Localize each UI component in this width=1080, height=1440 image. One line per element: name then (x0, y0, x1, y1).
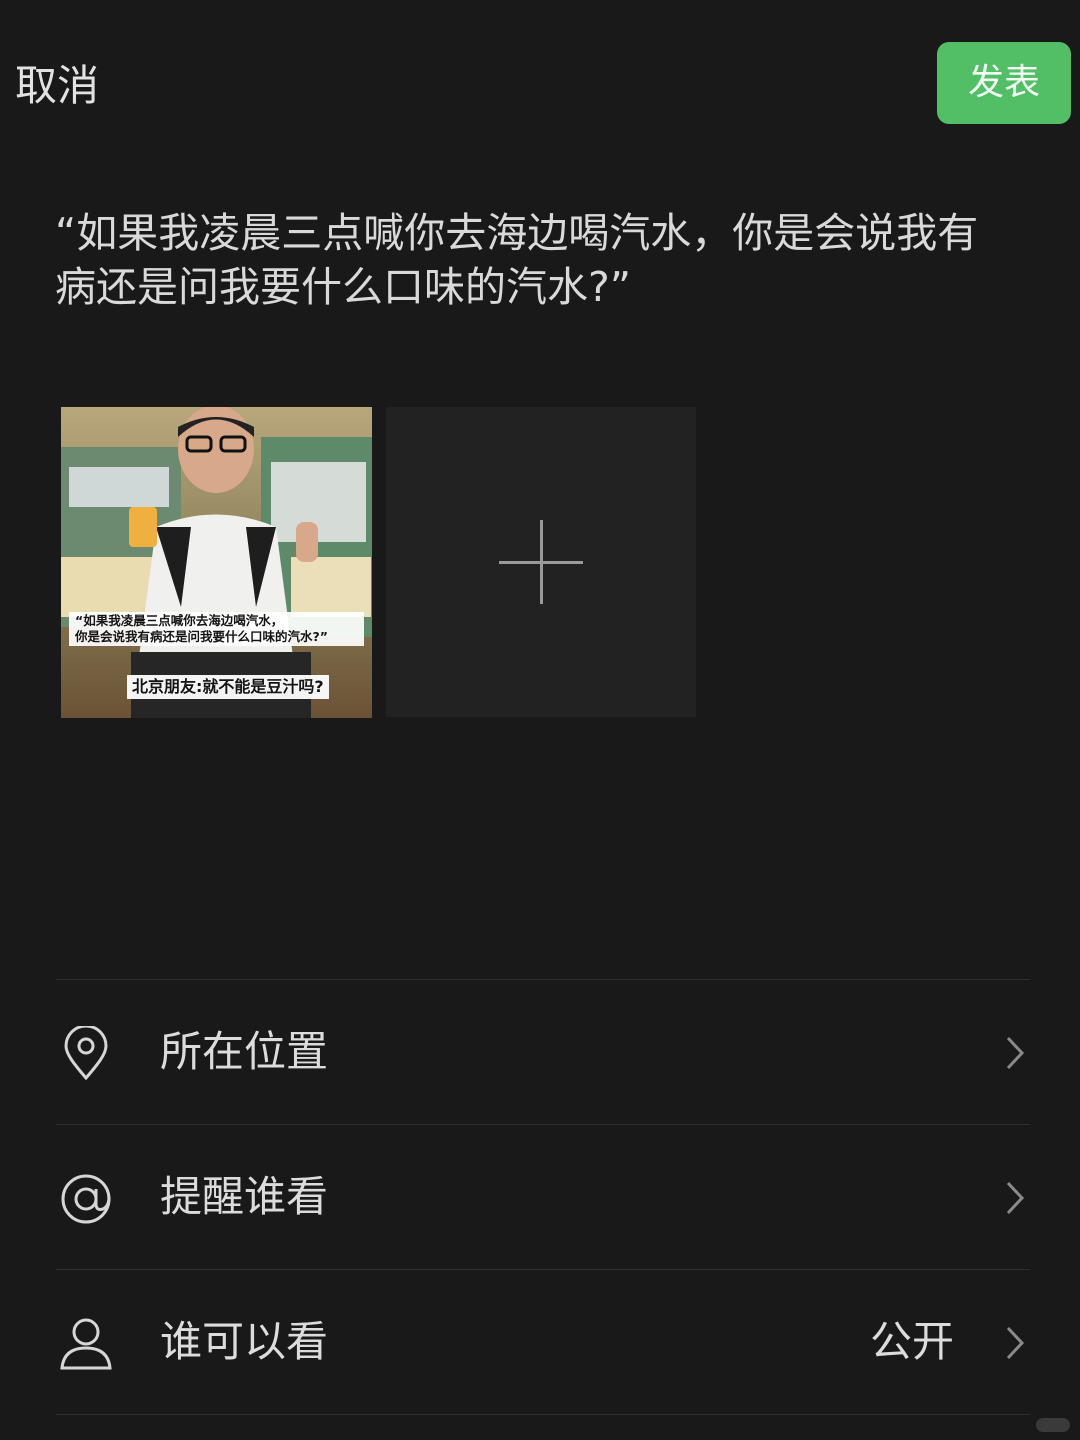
photo-caption-reply: 北京朋友:就不能是豆汁吗? (127, 675, 329, 699)
location-row[interactable]: 所在位置 (56, 980, 1030, 1124)
add-image-button[interactable] (386, 407, 696, 717)
divider (56, 1414, 1030, 1415)
mention-row[interactable]: 提醒谁看 (56, 1125, 1030, 1269)
location-pin-icon (56, 1024, 116, 1082)
watermark-badge (1036, 1418, 1070, 1432)
chevron-right-icon (1004, 1179, 1026, 1217)
at-sign-icon (56, 1171, 116, 1227)
visibility-value: 公开 (869, 1317, 954, 1366)
person-icon (56, 1316, 116, 1372)
visibility-row[interactable]: 谁可以看 公开 (56, 1270, 1030, 1414)
photo-caption: “如果我凌晨三点喊你去海边喝汽水， 你是会说我有病还是问我要什么口味的汽水?” (69, 612, 364, 646)
photo-image (61, 407, 372, 718)
post-text-input[interactable]: “如果我凌晨三点喊你去海边喝汽水，你是会说我有病还是问我要什么口味的汽水?” (55, 206, 1015, 314)
chevron-right-icon (1004, 1034, 1026, 1072)
attached-photo[interactable]: “如果我凌晨三点喊你去海边喝汽水， 你是会说我有病还是问我要什么口味的汽水?” … (61, 407, 372, 718)
chevron-right-icon (1004, 1324, 1026, 1362)
mention-label: 提醒谁看 (160, 1172, 329, 1221)
location-label: 所在位置 (160, 1027, 329, 1076)
visibility-label: 谁可以看 (160, 1317, 329, 1366)
publish-button[interactable]: 发表 (937, 42, 1071, 124)
cancel-button[interactable]: 取消 (15, 58, 99, 114)
